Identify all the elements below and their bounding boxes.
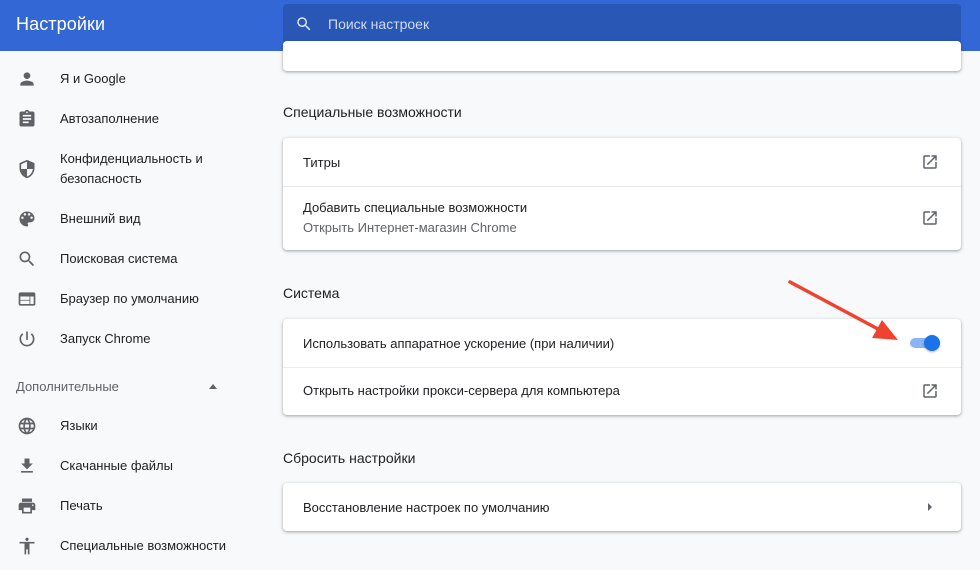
sidebar: Я и Google Автозаполнение Конфиденциальн… [0,51,260,570]
globe-icon [18,417,36,435]
download-icon [21,458,33,473]
add-accessibility-sublabel: Открыть Интернет-магазин Chrome [303,220,517,235]
section-title-reset: Сбросить настройки [283,450,416,466]
sidebar-item-label: Языки [60,418,98,433]
add-accessibility-label: Добавить специальные возможности [303,200,528,215]
search-icon [297,17,311,31]
sidebar-item-languages[interactable]: Языки [0,408,260,444]
sidebar-item-appearance[interactable]: Внешний вид [0,201,260,237]
sidebar-item-you-and-google[interactable]: Я и Google [0,61,260,97]
proxy-row[interactable]: Открыть настройки прокси-сервера для ком… [283,368,961,415]
chevron-up-icon[interactable] [209,384,217,389]
accessibility-icon [19,537,35,555]
sidebar-item-downloads[interactable]: Скачанные файлы [0,448,260,484]
chevron-right-icon [928,503,932,511]
sidebar-item-default-browser[interactable]: Браузер по умолчанию [0,281,260,317]
sidebar-item-label: Браузер по умолчанию [60,291,199,306]
print-icon [18,498,36,514]
open-in-new-icon[interactable] [921,382,939,400]
hw-accel-label: Использовать аппаратное ускорение (при н… [303,336,615,351]
sidebar-item-startup[interactable]: Запуск Chrome [0,321,260,357]
person-icon [20,72,34,86]
accessibility-card: Титры Добавить специальные возможности О… [283,138,961,250]
captions-label: Титры [303,155,341,170]
search-placeholder: Поиск настроек [328,16,430,32]
search-input[interactable]: Поиск настроек [283,4,961,44]
toggle-knob [924,335,940,351]
open-in-new-icon[interactable] [921,209,939,227]
annotation-arrow-icon [788,280,898,340]
open-in-new-icon[interactable] [921,153,939,171]
power-icon [19,331,35,347]
section-title-accessibility: Специальные возможности [283,104,462,120]
search-icon [19,251,35,267]
sidebar-item-label: Поисковая система [60,251,178,266]
hw-accel-toggle[interactable] [908,333,942,353]
add-accessibility-row[interactable]: Добавить специальные возможности Открыть… [283,187,961,250]
clipboard-icon [19,109,35,127]
captions-row[interactable]: Титры [283,138,961,186]
sidebar-item-print[interactable]: Печать [0,488,260,524]
sidebar-item-label: Я и Google [60,71,126,86]
reset-card: Восстановление настроек по умолчанию [283,483,961,531]
shield-icon [19,159,35,179]
sidebar-item-privacy[interactable]: Конфиденциальность и безопасность [0,141,260,197]
sidebar-item-label: Внешний вид [60,211,141,226]
proxy-label: Открыть настройки прокси-сервера для ком… [303,383,620,398]
sidebar-item-label: Скачанные файлы [60,458,173,473]
sidebar-item-label: Печать [60,498,103,513]
sidebar-item-autofill[interactable]: Автозаполнение [0,101,260,137]
page-title: Настройки [16,14,106,34]
restore-defaults-label: Восстановление настроек по умолчанию [303,500,550,515]
restore-defaults-row[interactable]: Восстановление настроек по умолчанию [283,483,961,531]
sidebar-item-search-engine[interactable]: Поисковая система [0,241,260,277]
sidebar-item-label: Конфиденциальность и [60,151,203,166]
sidebar-item-accessibility[interactable]: Специальные возможности [0,528,260,564]
section-title-system: Система [283,285,340,301]
browser-icon [18,292,36,306]
sidebar-item-label: Автозаполнение [60,111,160,126]
sidebar-item-label-line2: безопасность [60,171,142,186]
advanced-section-label[interactable]: Дополнительные [16,379,119,394]
sidebar-item-label: Запуск Chrome [60,331,151,346]
palette-icon [19,211,35,227]
scrolled-card [283,41,961,71]
sidebar-item-label: Специальные возможности [60,538,226,553]
